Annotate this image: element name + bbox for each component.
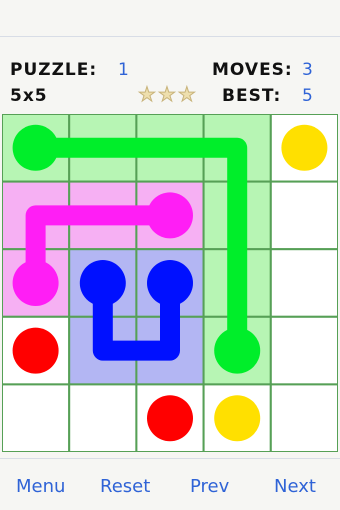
board-cell[interactable] — [2, 383, 71, 452]
puzzle-label: PUZZLE: — [10, 60, 98, 80]
yellow-dot — [281, 124, 328, 171]
star-rating: ★ ★ ★ — [138, 82, 197, 106]
best-count: 5 — [302, 86, 313, 106]
green-dot — [12, 124, 59, 171]
reset-button[interactable]: Reset — [100, 476, 150, 497]
yellow-dot — [214, 395, 261, 442]
paper-rule — [0, 458, 340, 459]
prev-button[interactable]: Prev — [190, 476, 229, 497]
game-board[interactable] — [2, 114, 338, 452]
red-dot — [12, 327, 59, 374]
board-cell[interactable] — [269, 383, 338, 452]
blue-dot — [79, 260, 126, 306]
board-size-label: 5x5 — [10, 86, 48, 106]
magenta-dot — [147, 192, 193, 239]
paper-rule — [0, 36, 340, 37]
moves-count: 3 — [302, 60, 313, 80]
board-cell[interactable] — [68, 383, 138, 452]
board-cell[interactable] — [269, 180, 338, 251]
moves-label: MOVES: — [212, 60, 293, 80]
best-label: BEST: — [222, 86, 282, 106]
star-icon: ★ — [157, 82, 176, 106]
red-dot — [147, 395, 193, 442]
board-cell[interactable] — [269, 315, 338, 386]
next-button[interactable]: Next — [274, 476, 316, 497]
star-icon: ★ — [177, 82, 196, 106]
star-icon: ★ — [138, 82, 157, 106]
blue-dot — [147, 260, 193, 306]
menu-button[interactable]: Menu — [16, 476, 65, 497]
board-cell[interactable] — [269, 248, 338, 318]
green-dot — [214, 327, 261, 374]
puzzle-number: 1 — [118, 60, 129, 80]
magenta-dot — [12, 260, 59, 306]
